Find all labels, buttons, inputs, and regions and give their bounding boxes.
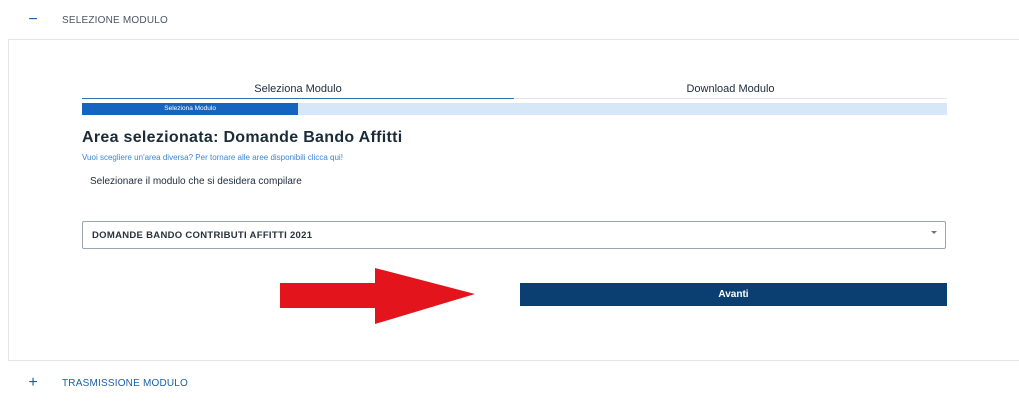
avanti-button[interactable]: Avanti — [520, 283, 947, 306]
accordion-header-trasmissione-modulo[interactable]: + TRASMISSIONE MODULO — [0, 365, 1019, 401]
change-area-link[interactable]: Vuoi scegliere un'area diversa? Per torn… — [82, 153, 343, 162]
modulo-select-value[interactable]: DOMANDE BANDO CONTRIBUTI AFFITTI 2021 — [92, 230, 312, 241]
section-title-trasmissione-modulo[interactable]: TRASMISSIONE MODULO — [62, 378, 188, 389]
expand-icon[interactable]: + — [26, 375, 40, 391]
form-instruction: Selezionare il modulo che si desidera co… — [90, 176, 302, 187]
accordion-header-selezione-modulo[interactable]: − SELEZIONE MODULO — [0, 2, 1019, 38]
modulo-select[interactable]: DOMANDE BANDO CONTRIBUTI AFFITTI 2021 — [82, 221, 946, 249]
stepper: Seleziona Modulo Download Modulo — [82, 80, 947, 100]
progress-fill: Seleziona Modulo — [82, 103, 299, 115]
chevron-down-icon[interactable] — [931, 231, 937, 234]
step-seleziona-modulo[interactable]: Seleziona Modulo — [82, 80, 514, 99]
red-arrow-annotation — [280, 268, 475, 324]
progress-bar: Seleziona Modulo — [82, 103, 947, 115]
step-download-modulo[interactable]: Download Modulo — [514, 80, 947, 99]
arrow-shape — [280, 268, 475, 324]
area-title: Area selezionata: Domande Bando Affitti — [82, 129, 403, 146]
section-title-selezione-modulo[interactable]: SELEZIONE MODULO — [62, 15, 168, 26]
collapse-icon[interactable]: − — [26, 12, 40, 28]
